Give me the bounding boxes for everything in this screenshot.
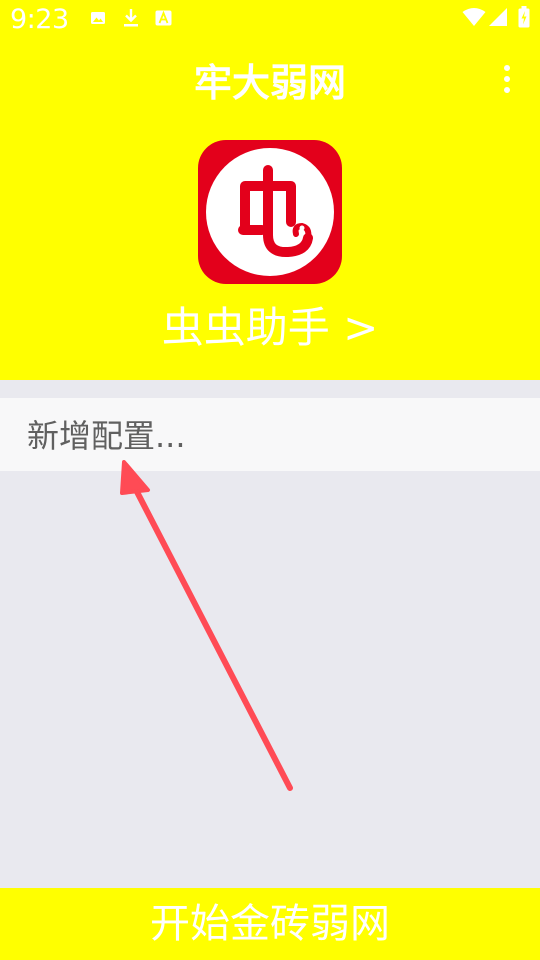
font-icon xyxy=(155,10,172,26)
app-title: 牢大弱网 xyxy=(193,61,346,105)
add-config-label: 新增配置... xyxy=(27,417,186,455)
menu-dot xyxy=(504,87,510,93)
signal-icon xyxy=(489,8,507,26)
app-logo[interactable] xyxy=(198,140,342,284)
wifi-icon xyxy=(462,8,486,26)
menu-dot xyxy=(504,76,510,82)
battery-icon xyxy=(518,6,530,28)
status-bar: 9:23 xyxy=(0,0,540,40)
header: 9:23 牢大弱网 虫虫助手 > xyxy=(0,0,540,380)
menu-dot xyxy=(504,65,510,71)
assistant-link[interactable]: 虫虫助手 > xyxy=(0,294,540,355)
download-icon xyxy=(124,9,138,27)
more-vert-icon[interactable] xyxy=(490,60,524,98)
bug-logo-icon xyxy=(206,148,334,276)
start-weak-network-button[interactable]: 开始金砖弱网 xyxy=(0,888,540,960)
status-time: 9:23 xyxy=(10,4,69,35)
add-config-row[interactable]: 新增配置... xyxy=(0,398,540,471)
image-icon xyxy=(91,12,105,24)
